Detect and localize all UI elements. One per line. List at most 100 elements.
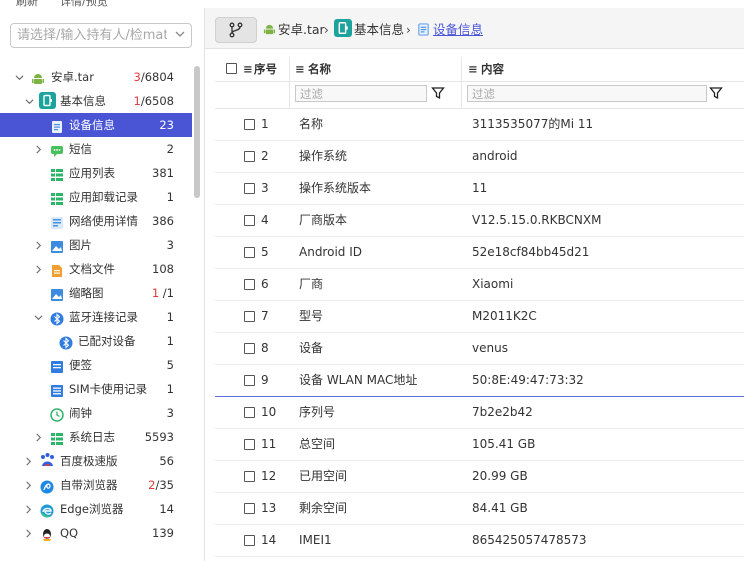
select-all-checkbox[interactable] <box>226 63 237 74</box>
row-checkbox[interactable] <box>244 247 255 258</box>
row-num: 12 <box>261 469 277 483</box>
row-checkbox[interactable] <box>244 343 255 354</box>
owner-search-input[interactable] <box>17 27 167 44</box>
table-row[interactable]: 4 厂商版本 V12.5.15.0.RKBCNXM <box>215 205 744 237</box>
column-menu-icon[interactable]: ≡ <box>468 57 478 81</box>
table-row[interactable]: 1 名称 3113535077的Mi 11 <box>215 109 744 141</box>
table-row[interactable]: 15 IMEI2 865425057478581 <box>215 557 744 561</box>
tree-item-label: 闹钟 <box>69 406 92 420</box>
chevron-down-icon[interactable] <box>14 65 24 89</box>
value-filter[interactable] <box>467 85 714 102</box>
tree-item-count: 5593 <box>144 430 174 444</box>
chevron-down-icon[interactable] <box>175 29 185 39</box>
row-checkbox[interactable] <box>244 119 255 130</box>
breadcrumb-current[interactable]: 设备信息 <box>433 20 483 40</box>
tree-item-notes[interactable]: 便签 5 <box>0 353 192 377</box>
chevron-right-icon[interactable] <box>33 257 43 281</box>
tree-item-device-info[interactable]: 设备信息 23 <box>0 113 192 137</box>
android-icon <box>263 23 276 39</box>
tree-item-app-uninstall[interactable]: 应用卸载记录 1 <box>0 185 192 209</box>
filter-icon[interactable] <box>431 86 445 100</box>
detail-preview-menu[interactable]: 详情/预览 <box>60 0 108 8</box>
tree-item-basic-info[interactable]: 基本信息 1/6508 <box>0 89 192 113</box>
tree-item-app-list[interactable]: 应用列表 381 <box>0 161 192 185</box>
row-checkbox[interactable] <box>244 311 255 322</box>
row-checkbox[interactable] <box>244 407 255 418</box>
table-row[interactable]: 9 设备 WLAN MAC地址 50:8E:49:47:73:32 <box>215 365 744 397</box>
row-checkbox[interactable] <box>244 151 255 162</box>
tree-item-count: 108 <box>152 262 174 276</box>
table-row[interactable]: 7 型号 M2011K2C <box>215 301 744 333</box>
chevron-right-icon[interactable] <box>23 521 33 545</box>
chevron-right-icon[interactable] <box>33 137 43 161</box>
table-row[interactable]: 13 剩余空间 84.41 GB <box>215 493 744 525</box>
chevron-right-icon[interactable] <box>23 497 33 521</box>
row-name: 序列号 <box>299 405 336 419</box>
column-menu-icon[interactable]: ≡ <box>295 57 305 81</box>
row-value: android <box>472 149 518 163</box>
tree-item-documents[interactable]: 文档文件 108 <box>0 257 192 281</box>
tree-item-bluetooth[interactable]: 蓝牙连接记录 1 <box>0 305 192 329</box>
table-row[interactable]: 8 设备 venus <box>215 333 744 365</box>
table-row[interactable]: 12 已用空间 20.99 GB <box>215 461 744 493</box>
tree-scrollbar[interactable] <box>194 66 200 198</box>
tree-item-sim-usage[interactable]: SIM卡使用记录 1 <box>0 377 192 401</box>
tree-item-qq[interactable]: QQ 139 <box>0 521 192 545</box>
row-checkbox[interactable] <box>244 503 255 514</box>
tree-item-count: 1 <box>166 334 174 348</box>
chevron-down-icon[interactable] <box>33 305 43 329</box>
row-name: IMEI2 <box>299 557 332 561</box>
tree-item-network-usage[interactable]: 网络使用详情 386 <box>0 209 192 233</box>
table-row[interactable]: 14 IMEI1 865425057478573 <box>215 525 744 557</box>
tree-item-thumbnails[interactable]: 缩略图 1 /1 <box>0 281 192 305</box>
filter-row <box>215 82 744 109</box>
owner-select[interactable] <box>10 23 192 48</box>
col-header-value[interactable]: 内容 <box>481 57 504 81</box>
value-filter-input[interactable] <box>468 86 714 101</box>
table-row[interactable]: 2 操作系统 android <box>215 141 744 173</box>
name-filter-input[interactable] <box>296 86 434 101</box>
row-num: 15 <box>261 557 276 561</box>
row-checkbox[interactable] <box>244 439 255 450</box>
table-row[interactable]: 11 总空间 105.41 GB <box>215 429 744 461</box>
column-menu-icon[interactable]: ≡ <box>243 57 253 81</box>
chevron-right-icon[interactable] <box>23 449 33 473</box>
row-checkbox[interactable] <box>244 279 255 290</box>
row-name: 设备 <box>299 341 324 355</box>
refresh-menu[interactable]: 刷新 <box>16 0 38 8</box>
tree-item-system-log[interactable]: 系统日志 5593 <box>0 425 192 449</box>
row-checkbox[interactable] <box>244 215 255 226</box>
row-checkbox[interactable] <box>244 375 255 386</box>
tree-item-paired-devices[interactable]: 已配对设备 1 <box>0 329 192 353</box>
breadcrumb-mid[interactable]: 基本信息 <box>354 20 404 40</box>
tree-item-sms[interactable]: 短信 2 <box>0 137 192 161</box>
tree-item-alarm[interactable]: 闹钟 3 <box>0 401 192 425</box>
tree-item-android-tar[interactable]: 安卓.tar 3/6804 <box>0 65 192 89</box>
name-filter[interactable] <box>295 85 434 102</box>
table-row[interactable]: 10 序列号 7b2e2b42 <box>215 397 744 429</box>
chevron-down-icon[interactable] <box>24 89 34 113</box>
tree-item-builtin-browser[interactable]: 自带浏览器 2/35 <box>0 473 192 497</box>
col-header-name[interactable]: 名称 <box>308 57 331 81</box>
row-value: M2011K2C <box>472 309 537 323</box>
col-header-num[interactable]: 序号 <box>254 57 277 81</box>
tree-item-baidu[interactable]: 百度极速版 56 <box>0 449 192 473</box>
tree-item-images[interactable]: 图片 3 <box>0 233 192 257</box>
tree-item-edge[interactable]: Edge浏览器 14 <box>0 497 192 521</box>
row-checkbox[interactable] <box>244 471 255 482</box>
clock-icon <box>50 406 64 422</box>
chevron-right-icon[interactable] <box>33 233 43 257</box>
chevron-right-icon[interactable] <box>33 425 43 449</box>
table-row[interactable]: 3 操作系统版本 11 <box>215 173 744 205</box>
table-row[interactable]: 5 Android ID 52e18cf84bb45d21 <box>215 237 744 269</box>
branch-button[interactable] <box>215 17 257 43</box>
table-row[interactable]: 6 厂商 Xiaomi <box>215 269 744 301</box>
row-checkbox[interactable] <box>244 535 255 546</box>
breadcrumb-root[interactable]: 安卓.tar <box>278 20 325 40</box>
filter-icon[interactable] <box>709 86 723 100</box>
row-checkbox[interactable] <box>244 183 255 194</box>
tree-item-label: 系统日志 <box>69 430 115 444</box>
tree-item-count: 1/6508 <box>133 94 174 108</box>
edge-icon <box>40 502 54 518</box>
chevron-right-icon[interactable] <box>23 473 33 497</box>
